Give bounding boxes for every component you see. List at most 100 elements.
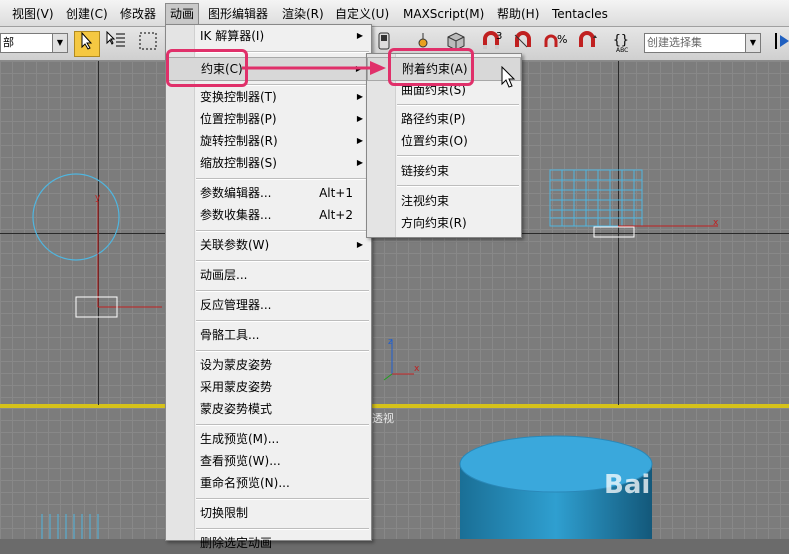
menu-separator xyxy=(397,155,519,157)
menu-item-label: 采用蒙皮姿势 xyxy=(200,380,273,394)
animation-menu: IK 解算器(I)▶ 约束(C)▶ 变换控制器(T)▶ 位置控制器(P)▶ 旋转… xyxy=(165,24,372,550)
menu-create[interactable]: 创建(C) xyxy=(66,5,108,23)
menu-shortcut: Alt+2 xyxy=(319,208,353,222)
svg-text:{}: {} xyxy=(613,33,629,48)
menu-item-parameter-editor[interactable]: 参数编辑器... Alt+1 xyxy=(166,182,371,204)
menu-item-label: 查看预览(W)... xyxy=(200,454,281,468)
menu-separator xyxy=(196,260,369,262)
highlight-constraints-item xyxy=(166,49,248,87)
menu-item-animation-layers[interactable]: 动画层... xyxy=(166,264,371,286)
menu-item-bone-tools[interactable]: 骨骼工具... xyxy=(166,324,371,346)
menu-view[interactable]: 视图(V) xyxy=(12,5,54,23)
menu-item-ik-solvers[interactable]: IK 解算器(I) ▶ xyxy=(166,25,371,47)
svg-text:%: % xyxy=(557,33,567,46)
menu-item-transform-controllers[interactable]: 变换控制器(T) ▶ xyxy=(166,86,371,108)
menu-item-label: 方向约束(R) xyxy=(401,216,467,230)
watermark-logo: Bai xyxy=(604,470,651,500)
percent-snap-icon[interactable]: % xyxy=(544,31,568,55)
menu-separator xyxy=(196,290,369,292)
menu-shortcut: Alt+1 xyxy=(319,186,353,200)
menu-rendering[interactable]: 渲染(R) xyxy=(282,5,324,23)
menu-separator xyxy=(196,178,369,180)
menu-item-label: 动画层... xyxy=(200,268,248,282)
menu-item-label: 参数收集器... xyxy=(200,208,272,222)
menu-item-label: 链接约束 xyxy=(401,164,450,178)
select-by-name-icon[interactable] xyxy=(104,30,128,55)
menu-item-label: 变换控制器(T) xyxy=(200,90,277,104)
chevron-down-icon[interactable]: ▼ xyxy=(745,34,760,52)
menu-item-link-constraint[interactable]: 链接约束 xyxy=(367,160,521,182)
menu-item-lookat-constraint[interactable]: 注视约束 xyxy=(367,190,521,212)
edit-named-sets-icon[interactable]: {} ABC xyxy=(612,31,636,55)
named-selection-set-combo[interactable]: 创建选择集 ▼ xyxy=(644,33,761,53)
menu-item-label: 路径约束(P) xyxy=(401,112,466,126)
menu-separator xyxy=(196,320,369,322)
menu-item-label: 切换限制 xyxy=(200,506,249,520)
menu-separator xyxy=(196,350,369,352)
menu-item-label: IK 解算器(I) xyxy=(200,29,265,43)
menu-item-path-constraint[interactable]: 路径约束(P) xyxy=(367,108,521,130)
select-arrow-icon[interactable] xyxy=(74,31,100,57)
menu-item-reaction-manager[interactable]: 反应管理器... xyxy=(166,294,371,316)
menu-item-delete-selected-animation[interactable]: 删除选定动画 xyxy=(166,532,371,554)
mirror-icon[interactable] xyxy=(770,31,789,55)
menu-tentacles[interactable]: Tentacles xyxy=(552,5,608,23)
menu-separator xyxy=(196,230,369,232)
chevron-down-icon[interactable]: ▼ xyxy=(52,34,67,52)
menu-item-position-constraint[interactable]: 位置约束(O) xyxy=(367,130,521,152)
snap-3d-icon[interactable]: 3 xyxy=(480,31,504,55)
menu-item-scale-controllers[interactable]: 缩放控制器(S) ▶ xyxy=(166,152,371,174)
bottom-left-grid-object xyxy=(41,514,99,539)
menu-item-label: 重命名预览(N)... xyxy=(200,476,290,490)
menu-item-assume-skin-pose[interactable]: 采用蒙皮姿势 xyxy=(166,376,371,398)
svg-text:ABC: ABC xyxy=(616,47,628,53)
menu-item-wire-parameters[interactable]: 关联参数(W) ▶ xyxy=(166,234,371,256)
menu-item-label: 注视约束 xyxy=(401,194,450,208)
mouse-cursor-icon xyxy=(501,66,516,88)
menu-bar: 视图(V) 创建(C) 修改器 动画 图形编辑器 渲染(R) 自定义(U) MA… xyxy=(0,0,789,27)
menu-item-label: 删除选定动画 xyxy=(200,536,273,550)
menu-item-rename-preview[interactable]: 重命名预览(N)... xyxy=(166,472,371,494)
annotation-arrow-icon xyxy=(242,61,386,75)
menu-separator xyxy=(196,498,369,500)
chevron-right-icon: ▶ xyxy=(356,240,363,249)
grid-box-object[interactable] xyxy=(540,165,740,245)
snap-dimension-label: 3 xyxy=(496,31,503,42)
menu-separator xyxy=(196,424,369,426)
x-axis-label-right: x xyxy=(713,218,719,228)
named-selection-placeholder: 创建选择集 xyxy=(647,36,702,49)
angle-snap-icon[interactable] xyxy=(512,31,536,55)
menu-item-label: 缩放控制器(S) xyxy=(200,156,277,170)
menu-item-rotation-controllers[interactable]: 旋转控制器(R) ▶ xyxy=(166,130,371,152)
menu-item-label: 设为蒙皮姿势 xyxy=(200,358,273,372)
menu-item-skin-pose-mode[interactable]: 蒙皮姿势模式 xyxy=(166,398,371,420)
menu-item-orientation-constraint[interactable]: 方向约束(R) xyxy=(367,212,521,234)
selection-filter-value: 部 xyxy=(3,36,14,49)
z-axis-label: z xyxy=(388,337,393,347)
menu-item-label: 旋转控制器(R) xyxy=(200,134,278,148)
highlight-attachment-constraint xyxy=(388,48,474,86)
menu-animation[interactable]: 动画 xyxy=(165,3,200,25)
menu-item-set-skin-pose[interactable]: 设为蒙皮姿势 xyxy=(166,354,371,376)
x-axis-label: x xyxy=(414,364,420,374)
menu-item-label: 骨骼工具... xyxy=(200,328,260,342)
menu-graph-editors[interactable]: 图形编辑器 xyxy=(208,5,268,23)
menu-item-parameter-collector[interactable]: 参数收集器... Alt+2 xyxy=(166,204,371,226)
menu-help[interactable]: 帮助(H) xyxy=(497,5,539,23)
menu-maxscript[interactable]: MAXScript(M) xyxy=(403,5,484,23)
circle-object[interactable] xyxy=(32,173,120,261)
menu-item-position-controllers[interactable]: 位置控制器(P) ▶ xyxy=(166,108,371,130)
menu-item-view-preview[interactable]: 查看预览(W)... xyxy=(166,450,371,472)
selection-filter-combo[interactable]: 部 ▼ xyxy=(0,33,68,53)
spinner-snap-icon[interactable] xyxy=(576,31,600,55)
chevron-right-icon: ▶ xyxy=(356,158,363,167)
perspective-viewport-label[interactable]: 透视 xyxy=(372,410,394,426)
menu-item-label: 蒙皮姿势模式 xyxy=(200,402,273,416)
menu-item-make-preview[interactable]: 生成预览(M)... xyxy=(166,428,371,450)
menu-modifiers[interactable]: 修改器 xyxy=(120,5,156,23)
chevron-right-icon: ▶ xyxy=(356,114,363,123)
menu-item-label: 位置约束(O) xyxy=(401,134,468,148)
menu-item-toggle-limits[interactable]: 切换限制 xyxy=(166,502,371,524)
select-region-icon[interactable] xyxy=(136,31,160,55)
menu-customize[interactable]: 自定义(U) xyxy=(335,5,389,23)
